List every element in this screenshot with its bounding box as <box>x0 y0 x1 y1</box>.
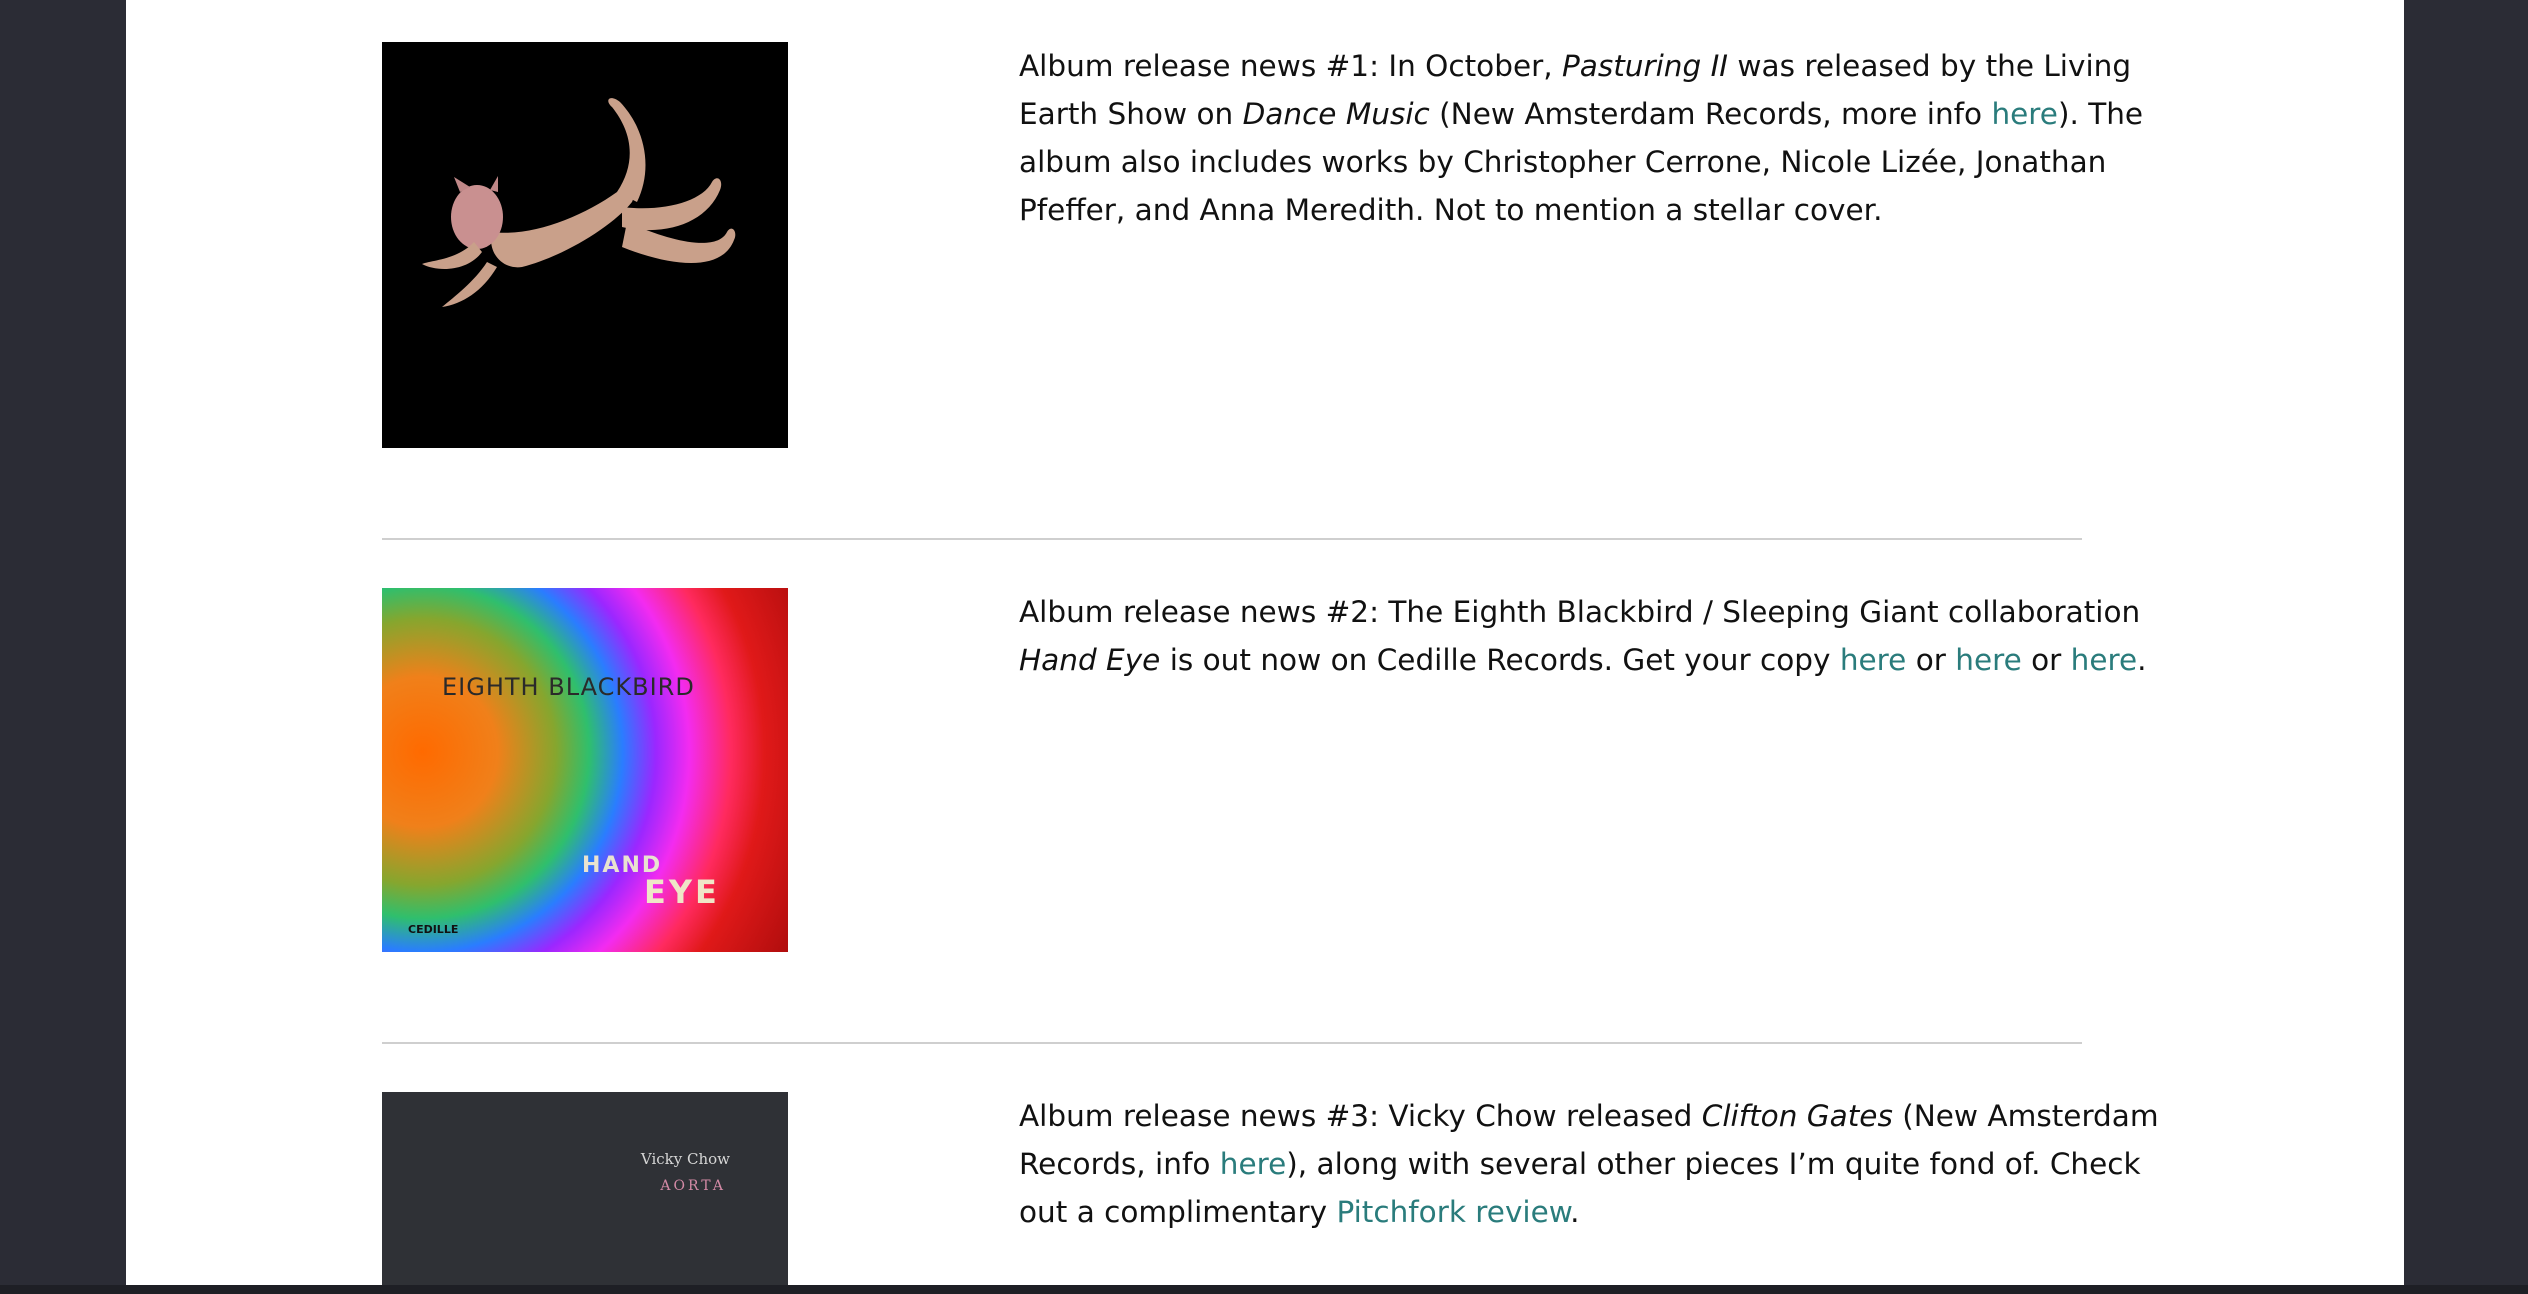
cover-label-logo: CEDILLE <box>408 923 459 936</box>
cover-band-name: EIGHTH BLACKBIRD <box>442 673 695 701</box>
album-title: Hand Eye <box>1019 643 1161 677</box>
post-text: or <box>2021 643 2071 677</box>
post-text: (New Amsterdam Records, more info <box>1429 97 1992 131</box>
post-text: Album release news #1: In October, <box>1019 49 1562 83</box>
album-cover-hand-eye-image[interactable]: EIGHTH BLACKBIRD HAND EYE CEDILLE <box>382 588 788 952</box>
album-title: Clifton Gates <box>1701 1099 1893 1133</box>
post-text: . <box>1570 1195 1580 1229</box>
post-text: . <box>2137 643 2147 677</box>
post-text: is out now on Cedille Records. Get your … <box>1160 643 1840 677</box>
get-copy-link-1[interactable]: here <box>1840 643 1906 677</box>
post-text: or <box>1906 643 1956 677</box>
content-page: Album release news #1: In October, Pastu… <box>126 0 2404 1292</box>
info-link[interactable]: here <box>1220 1147 1286 1181</box>
album-cover-aorta-image[interactable]: Vicky Chow AORTA <box>382 1092 788 1292</box>
cover-artist-name: Vicky Chow <box>640 1150 730 1168</box>
post-divider <box>382 1042 2082 1044</box>
cover-album-name: AORTA <box>660 1178 726 1194</box>
get-copy-link-2[interactable]: here <box>1955 643 2021 677</box>
post-3-text: Album release news #3: Vicky Chow releas… <box>1019 1092 2194 1236</box>
more-info-link[interactable]: here <box>1991 97 2057 131</box>
post-divider <box>382 538 2082 540</box>
dancer-figure-icon <box>422 98 736 307</box>
post-text: Album release news #3: Vicky Chow releas… <box>1019 1099 1702 1133</box>
post-1-text: Album release news #1: In October, Pastu… <box>1019 42 2194 234</box>
window-bottom-edge <box>0 1285 2528 1294</box>
cover-title-eye: EYE <box>644 873 720 911</box>
album-title: Dance Music <box>1242 97 1430 131</box>
pitchfork-review-link[interactable]: Pitchfork review <box>1336 1195 1570 1229</box>
album-title: Pasturing II <box>1561 49 1729 83</box>
album-cover-dancer-image[interactable] <box>382 42 788 448</box>
post-text: Album release news #2: The Eighth Blackb… <box>1019 595 2141 629</box>
post-2-text: Album release news #2: The Eighth Blackb… <box>1019 588 2194 684</box>
get-copy-link-3[interactable]: here <box>2071 643 2137 677</box>
